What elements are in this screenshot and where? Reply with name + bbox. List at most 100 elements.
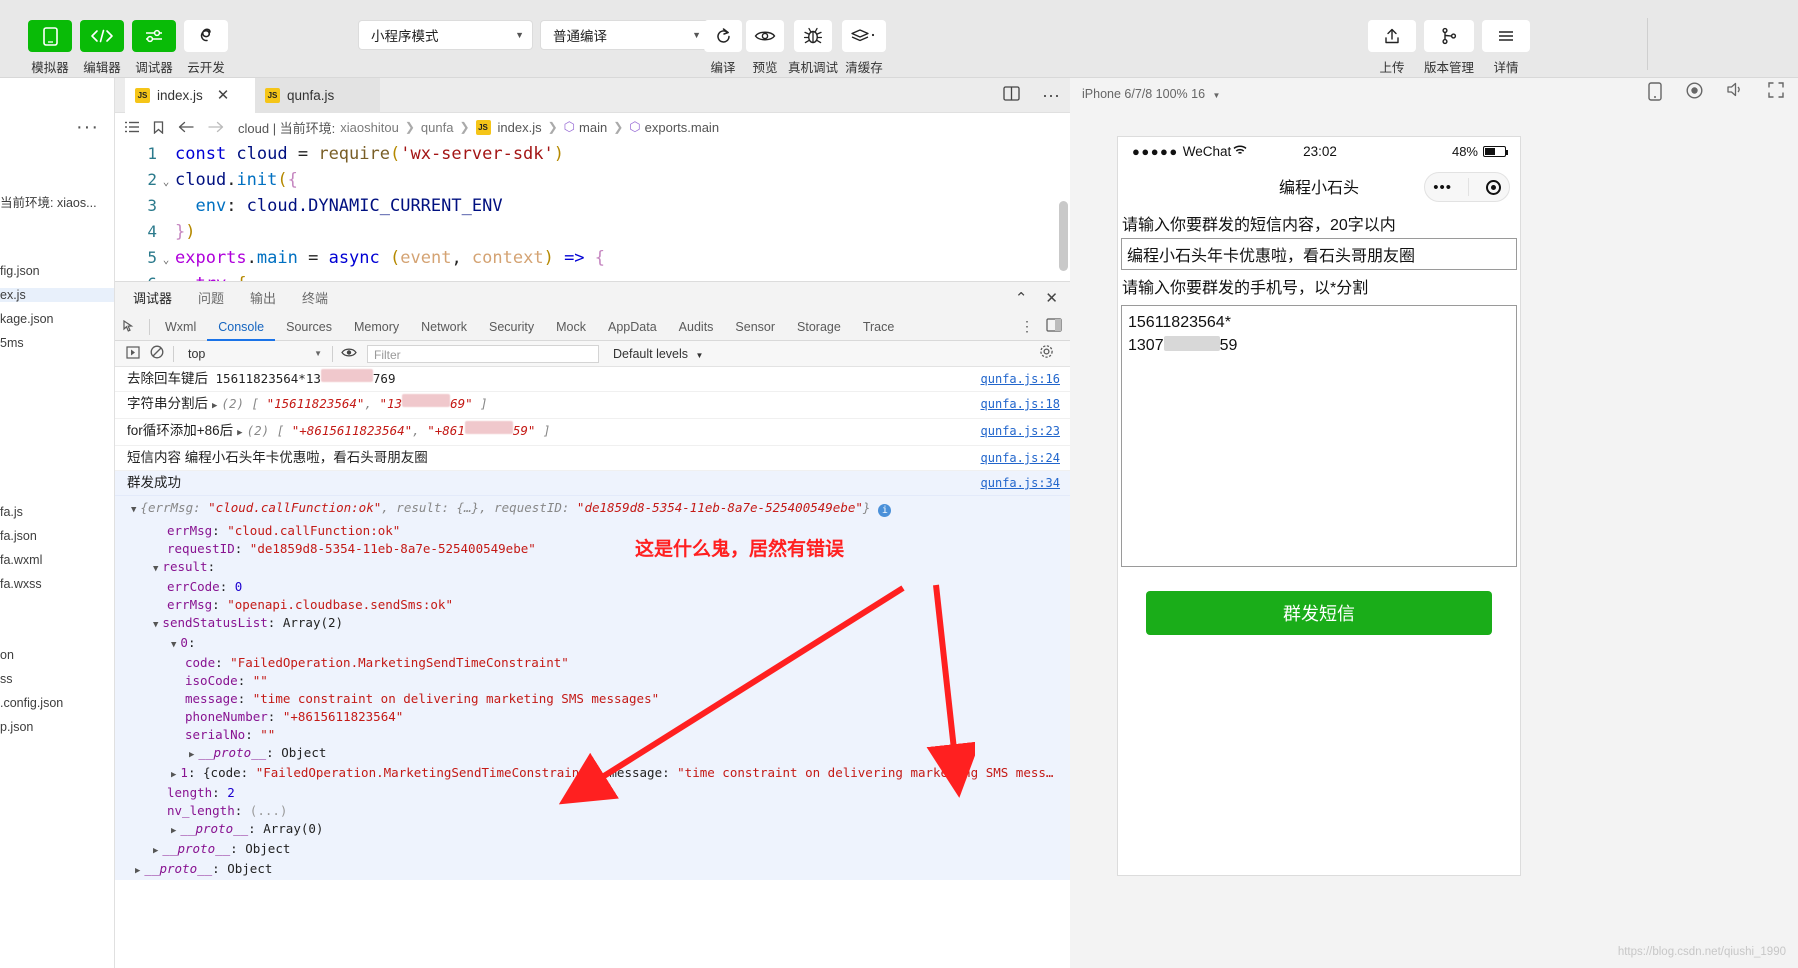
devtools-tab-trace[interactable]: Trace [852,313,906,341]
live-expression-icon[interactable] [337,346,361,361]
eye-icon[interactable] [746,20,784,52]
real-device-debug-button[interactable]: 真机调试 [788,20,838,76]
panel-tab-terminal[interactable]: 终端 [302,288,328,307]
file-explorer-strip[interactable]: ··· 当前环境: xiaos... fig.json ex.js kage.json… [0,78,115,968]
expand-arrow-closed-icon[interactable]: ▶ [189,746,194,764]
console-object-row[interactable]: isoCode: "" [115,672,1070,690]
console-object-row[interactable]: ▼ result: [115,558,1070,578]
devtools-tab-memory[interactable]: Memory [343,313,410,341]
console-row[interactable]: 字符串分割后 ▶ (2) [ "15611823564", "13 69" ] qun… [115,392,1070,419]
sms-content-input[interactable]: 编程小石头年卡优惠啦，看石头哥朋友圈 [1121,238,1517,270]
console-source-link[interactable]: qunfa.js:18 [981,392,1060,416]
code-line[interactable]: 2 ⌄ cloud.init({ [115,167,1070,193]
console-object-row[interactable]: errMsg: "openapi.cloudbase.sendSms:ok" [115,596,1070,614]
console-source-link[interactable]: qunfa.js:23 [981,419,1060,443]
details-button[interactable]: 详情 [1482,20,1531,76]
file-item[interactable]: fig.json [0,264,40,278]
panel-tab-output[interactable]: 输出 [250,288,276,307]
panel-tab-debugger[interactable]: 调试器 [133,288,172,307]
expand-arrow-closed-icon[interactable]: ▶ [212,394,217,418]
expand-arrow-open-icon[interactable]: ▼ [171,636,176,654]
target-icon[interactable] [1485,179,1501,195]
console-object-row[interactable]: nv_length: (...) [115,802,1070,820]
code-line[interactable]: 4}) [115,219,1070,245]
devtools-tab-sources[interactable]: Sources [275,313,343,341]
execute-icon[interactable] [121,345,145,362]
console-context-select[interactable]: top ▼ [178,347,328,361]
devtools-tab-network[interactable]: Network [410,313,478,341]
wechat-capsule[interactable]: ••• [1424,172,1510,202]
breadcrumb-item-exports-main[interactable]: exports.main [645,120,719,135]
console-object-row[interactable]: errMsg: "cloud.callFunction:ok" [115,522,1070,540]
code-icon[interactable] [80,20,124,52]
panel-tab-problems[interactable]: 问题 [198,288,224,307]
refresh-icon[interactable] [704,20,742,52]
compile-button[interactable]: 编译 [704,20,742,76]
devtools-tab-console[interactable]: Console [207,313,276,341]
devtools-tab-mock[interactable]: Mock [545,313,597,341]
breadcrumb-env[interactable]: xiaoshitou [340,120,399,135]
code-line[interactable]: 3 env: cloud.DYNAMIC_CURRENT_ENV [115,193,1070,219]
more-dots-icon[interactable]: ••• [1433,179,1452,196]
version-control-button[interactable]: 版本管理 [1424,20,1474,76]
back-arrow-icon[interactable] [178,121,194,133]
editor-tab-qunfa-js[interactable]: JS qunfa.js [255,78,380,113]
forward-arrow-icon[interactable] [208,121,224,133]
send-sms-button[interactable]: 群发短信 [1146,591,1492,635]
console-object-row[interactable]: ▶ __proto__: Object [115,860,1070,880]
fullscreen-icon[interactable] [1768,82,1784,106]
devtools-tab-wxml[interactable]: Wxml [154,313,207,341]
devtools-tab-sensor[interactable]: Sensor [724,313,786,341]
devtools-tablist[interactable]: Wxml Console Sources Memory Network Security M… [154,313,905,341]
branch-icon[interactable] [1424,20,1474,52]
file-item[interactable]: ss [0,672,13,686]
editor-tab-index-js[interactable]: JS index.js ✕ [125,78,255,113]
expand-arrow-open-icon[interactable]: ▼ [153,560,158,578]
console-row[interactable]: for循环添加+86后 ▶ (2) [ "+8615611823564", "+86… [115,419,1070,446]
file-item[interactable]: 5ms [0,336,24,350]
mode-select[interactable]: 小程序模式 ▼ [358,20,533,50]
code-lines[interactable]: 1 const cloud = require('wx-server-sdk') 2… [115,141,1070,281]
record-icon[interactable] [1686,82,1703,106]
upload-icon[interactable] [1368,20,1416,52]
dock-panel-icon[interactable] [1046,318,1062,335]
expand-arrow-closed-icon[interactable]: ▶ [153,842,158,860]
upload-button[interactable]: 上传 [1368,20,1416,76]
breadcrumb-item-main[interactable]: main [579,120,607,135]
toolbar-debugger-button[interactable]: 调试器 [132,20,176,76]
file-item[interactable]: fa.wxml [0,553,42,567]
console-row[interactable]: 群发成功 qunfa.js:34 [115,471,1070,496]
breadcrumb-prefix[interactable]: cloud | 当前环境: [238,118,335,137]
devtools-tab-security[interactable]: Security [478,313,545,341]
console-object-row[interactable]: errCode: 0 [115,578,1070,596]
device-select[interactable]: iPhone 6/7/8 100% 16 ▼ [1082,87,1220,101]
compile-select[interactable]: 普通编译 ▼ [540,20,710,50]
code-line[interactable]: 5 ⌄ exports.main = async (event, context) … [115,245,1070,271]
gear-icon[interactable] [1039,344,1064,364]
devtools-tab-appdata[interactable]: AppData [597,313,668,341]
file-item[interactable]: kage.json [0,312,54,326]
clear-console-icon[interactable] [145,345,169,362]
console-object-row[interactable]: ▼ sendStatusList: Array(2) [115,614,1070,634]
code-line[interactable]: 1 const cloud = require('wx-server-sdk') [115,141,1070,167]
code-editor[interactable]: 1 const cloud = require('wx-server-sdk') 2… [115,141,1070,281]
file-item[interactable]: ex.js [0,288,114,302]
close-icon[interactable]: ✕ [217,88,230,103]
expand-arrow-open-icon[interactable]: ▼ [153,616,158,634]
kebab-menu-icon[interactable]: ⋮ [1020,318,1034,335]
sound-icon[interactable] [1727,82,1744,106]
file-item[interactable]: p.json [0,720,33,734]
chevron-up-icon[interactable]: ⌃ [1015,289,1028,307]
console-object-row[interactable]: message: "time constraint on delivering … [115,690,1070,708]
toolbar-cloud-button[interactable]: 云开发 [184,20,228,76]
console-object-summary[interactable]: ▼ {errMsg: "cloud.callFunction:ok", resul… [115,496,1070,522]
simulator-icon[interactable] [28,20,72,52]
file-item[interactable]: on [0,648,14,662]
rotate-device-icon[interactable] [1648,82,1662,106]
hamburger-icon[interactable] [1482,20,1531,52]
devtools-tab-storage[interactable]: Storage [786,313,852,341]
console-object-row[interactable]: ▶ 1: {code: "FailedOperation.MarketingSen… [115,764,1070,784]
file-item[interactable]: fa.json [0,529,37,543]
console-object-row[interactable]: ▶ __proto__: Array(0) [115,820,1070,840]
console-log[interactable]: 去除回车键后 15611823564*13 769 qunfa.js:16 字符串分… [115,367,1070,880]
